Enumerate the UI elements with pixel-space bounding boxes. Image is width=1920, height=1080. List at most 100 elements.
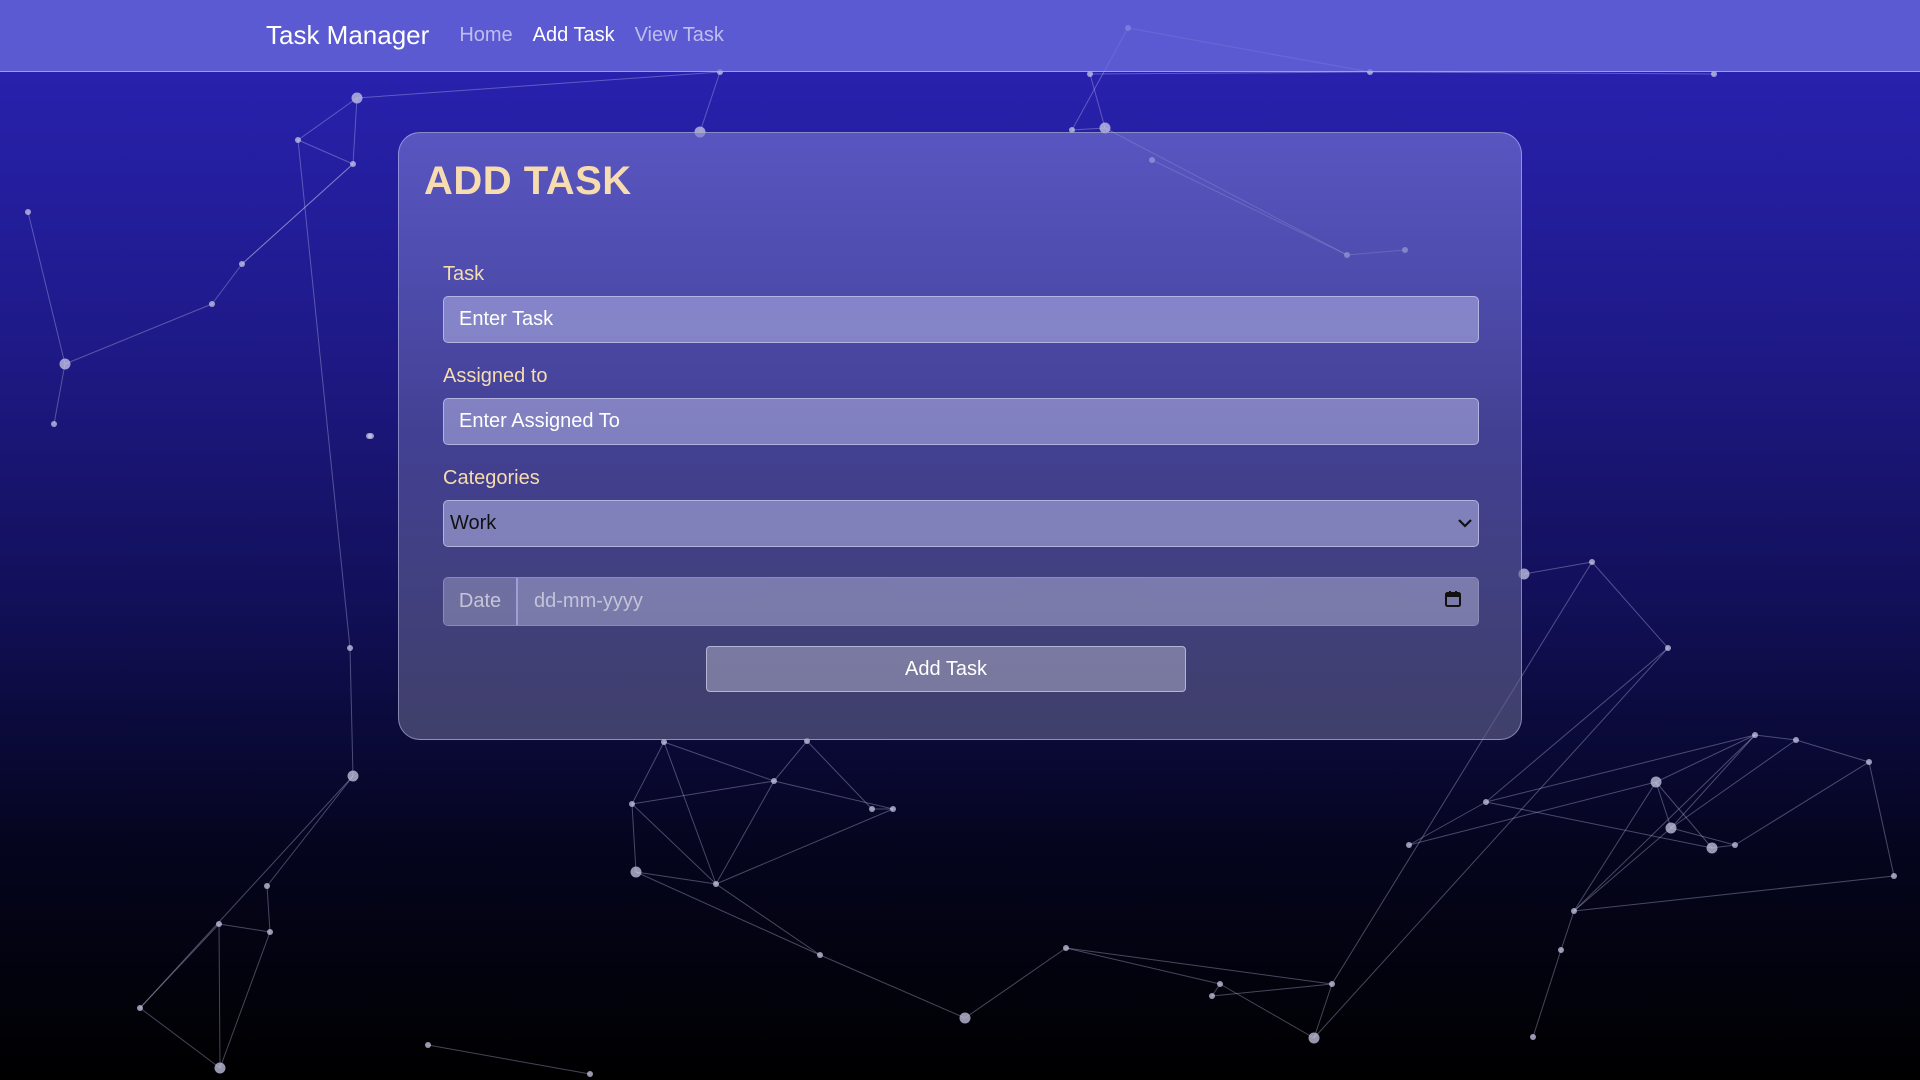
network-node: [1571, 908, 1577, 914]
network-line: [139, 775, 354, 1009]
network-line: [266, 885, 271, 933]
network-node: [869, 806, 875, 812]
network-node: [59, 358, 71, 370]
network-node: [239, 261, 245, 267]
network-line: [806, 740, 873, 810]
network-line: [1532, 949, 1562, 1038]
network-line: [1408, 801, 1487, 846]
network-line: [1573, 734, 1756, 912]
network-line: [219, 931, 271, 1069]
network-node: [1793, 737, 1799, 743]
network-line: [1560, 910, 1575, 951]
network-node: [347, 645, 353, 651]
network-line: [819, 954, 966, 1019]
task-input[interactable]: Enter Task: [443, 296, 1479, 343]
network-line: [1573, 781, 1657, 912]
network-node: [629, 801, 635, 807]
network-line: [356, 71, 721, 99]
network-line: [631, 780, 775, 805]
network-node: [25, 209, 31, 215]
add-task-button[interactable]: Add Task: [706, 646, 1186, 692]
network-line: [349, 647, 354, 777]
network-line: [1089, 71, 1371, 75]
network-node: [959, 1012, 971, 1024]
network-line: [715, 883, 821, 956]
network-line: [1670, 739, 1797, 829]
network-line: [297, 139, 354, 165]
date-addon-label: Date: [444, 578, 518, 625]
nav-link-view-task[interactable]: View Task: [635, 24, 724, 47]
network-line: [1655, 781, 1672, 829]
network-node: [1063, 945, 1069, 951]
network-line: [715, 808, 894, 885]
network-line: [635, 871, 821, 956]
network-node: [1891, 873, 1897, 879]
network-line: [64, 303, 213, 365]
network-node: [1732, 842, 1738, 848]
brand-title[interactable]: Task Manager: [266, 20, 429, 51]
network-line: [1219, 983, 1315, 1039]
network-node: [713, 881, 719, 887]
network-line: [1795, 739, 1870, 763]
network-node: [1483, 799, 1489, 805]
network-node: [1589, 559, 1595, 565]
network-node: [1406, 842, 1412, 848]
network-line: [1089, 73, 1106, 129]
network-line: [715, 780, 775, 885]
network-line: [1591, 561, 1669, 649]
nav-link-home[interactable]: Home: [459, 24, 512, 47]
categories-select[interactable]: Work: [443, 500, 1479, 547]
date-input-group: Date dd-mm-yyyy: [443, 577, 1479, 626]
network-line: [663, 741, 775, 782]
network-line: [699, 71, 721, 133]
date-placeholder: dd-mm-yyyy: [534, 590, 643, 612]
network-node: [347, 770, 359, 782]
network-line: [635, 871, 717, 885]
network-line: [1485, 801, 1713, 849]
network-node: [1650, 776, 1662, 788]
nav-link-add-task[interactable]: Add Task: [533, 24, 615, 47]
network-node: [890, 806, 896, 812]
network-line: [1523, 561, 1593, 575]
network-node: [137, 1005, 143, 1011]
network-line: [1670, 827, 1736, 846]
network-line: [1573, 875, 1895, 912]
network-line: [241, 163, 354, 265]
network-node: [425, 1042, 431, 1048]
network-node: [1866, 759, 1872, 765]
network-node: [351, 92, 363, 104]
network-node: [1752, 732, 1758, 738]
date-input[interactable]: dd-mm-yyyy: [518, 578, 1478, 625]
categories-label: Categories: [443, 467, 540, 489]
network-line: [773, 740, 808, 782]
network-node: [771, 778, 777, 784]
network-node: [1209, 993, 1215, 999]
assigned-to-input[interactable]: Enter Assigned To: [443, 398, 1479, 445]
network-line: [1655, 734, 1756, 783]
network-line: [1313, 983, 1333, 1039]
assigned-to-label: Assigned to: [443, 365, 548, 387]
network-node: [587, 1071, 593, 1077]
network-line: [211, 263, 243, 305]
network-line: [297, 139, 351, 649]
network-line: [1754, 734, 1797, 741]
navbar: Task Manager Home Add Task View Task: [0, 0, 1920, 72]
network-node: [350, 161, 356, 167]
network-line: [139, 1007, 221, 1069]
network-node: [1530, 1034, 1536, 1040]
network-node: [1665, 645, 1671, 651]
network-node: [1329, 981, 1335, 987]
network-node: [366, 433, 372, 439]
calendar-icon[interactable]: [1444, 590, 1462, 614]
network-node: [817, 952, 823, 958]
network-node: [267, 929, 273, 935]
network-line: [964, 947, 1067, 1019]
categories-selected-value: Work: [450, 512, 497, 534]
network-node: [264, 883, 270, 889]
add-task-card: ADD TASK Task Enter Task Assigned to Ent…: [398, 132, 1522, 740]
network-line: [1734, 761, 1870, 846]
network-node: [1706, 842, 1718, 854]
network-node: [1665, 822, 1677, 834]
network-node: [630, 866, 642, 878]
network-line: [1408, 781, 1657, 846]
